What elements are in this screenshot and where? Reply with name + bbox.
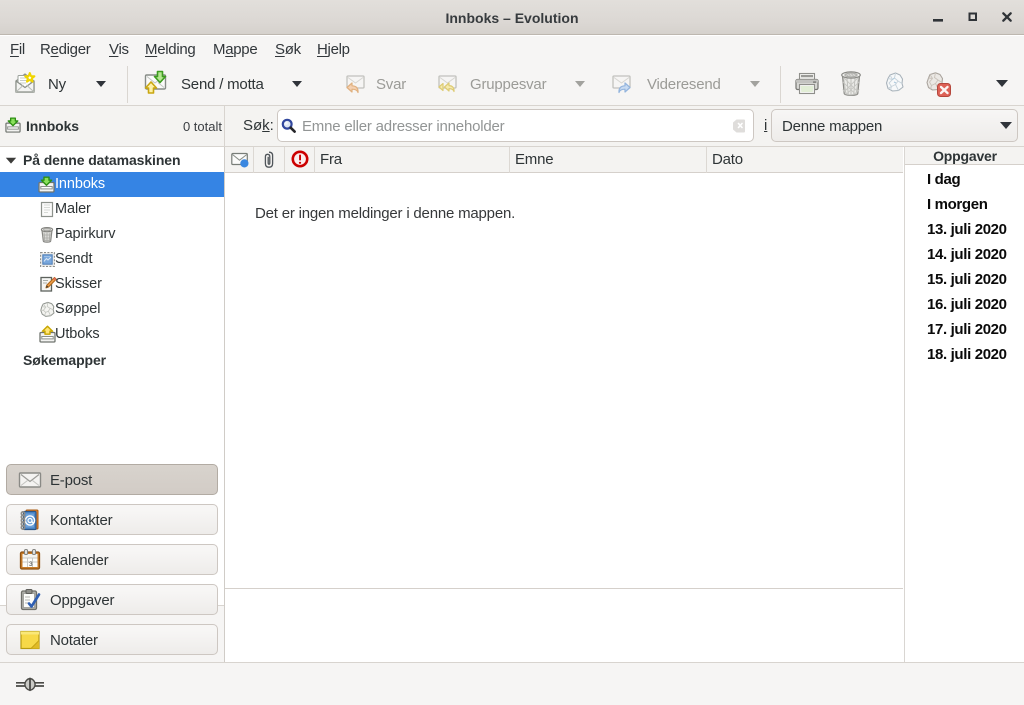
svg-text:3: 3 [29, 561, 33, 568]
